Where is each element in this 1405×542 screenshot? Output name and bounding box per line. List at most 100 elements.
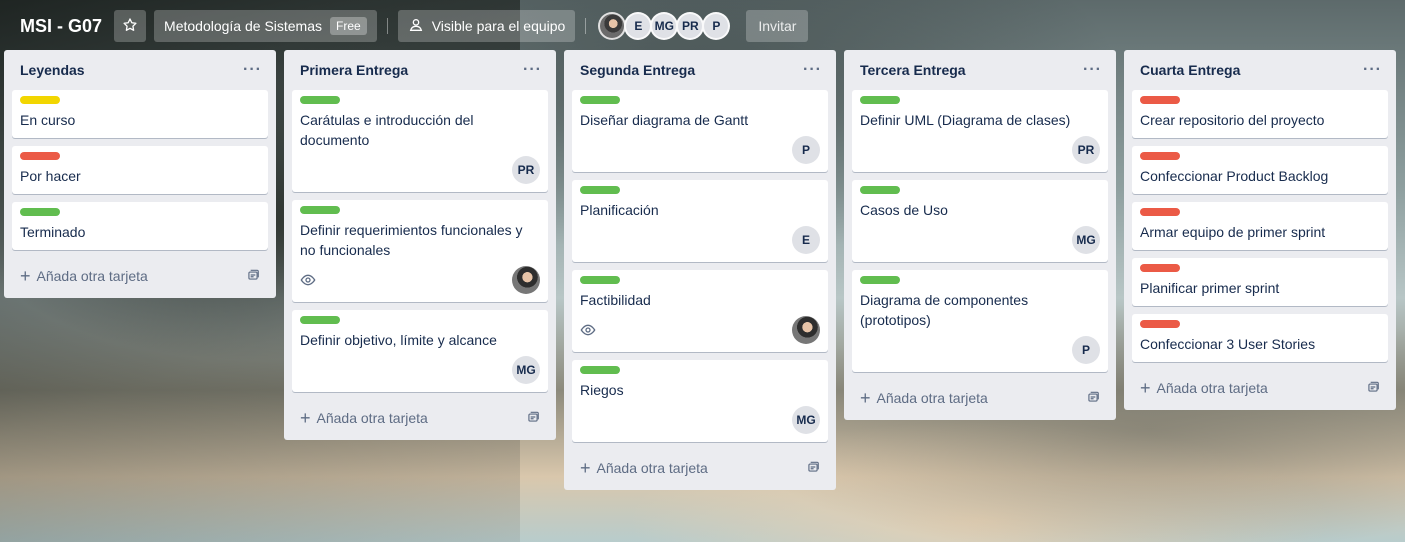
member-avatars: E MG PR P bbox=[598, 12, 731, 40]
card-label[interactable] bbox=[20, 208, 60, 216]
visibility-button[interactable]: Visible para el equipo bbox=[397, 10, 576, 42]
list-title[interactable]: Leyendas bbox=[20, 62, 85, 78]
more-icon[interactable]: ··· bbox=[803, 61, 822, 79]
card[interactable]: En curso bbox=[12, 90, 268, 138]
member-avatar[interactable]: P bbox=[1072, 336, 1100, 364]
card[interactable]: Confeccionar Product Backlog bbox=[1132, 146, 1388, 194]
member-avatar[interactable]: MG bbox=[512, 356, 540, 384]
card[interactable]: Terminado bbox=[12, 202, 268, 250]
card-label[interactable] bbox=[580, 96, 620, 104]
card-label[interactable] bbox=[300, 316, 340, 324]
member-avatar[interactable]: MG bbox=[1072, 226, 1100, 254]
list-header: Tercera Entrega ··· bbox=[852, 50, 1108, 90]
card[interactable]: Factibilidad bbox=[572, 270, 828, 352]
member-avatar[interactable]: P bbox=[792, 136, 820, 164]
card-label[interactable] bbox=[1140, 96, 1180, 104]
member-avatar[interactable]: P bbox=[702, 12, 731, 40]
member-avatar[interactable] bbox=[512, 266, 540, 294]
member-avatar[interactable]: E bbox=[792, 226, 820, 254]
add-card-label: Añada otra tarjeta bbox=[596, 460, 708, 476]
template-icon[interactable] bbox=[1366, 380, 1380, 397]
card-badges: P bbox=[580, 136, 820, 164]
card[interactable]: Riegos MG bbox=[572, 360, 828, 442]
more-icon[interactable]: ··· bbox=[1363, 61, 1382, 79]
card[interactable]: Carátulas e introducción del documento PR bbox=[292, 90, 548, 192]
add-card-button[interactable]: + Añada otra tarjeta bbox=[12, 258, 268, 294]
card-label[interactable] bbox=[860, 96, 900, 104]
card-badges: PR bbox=[300, 156, 540, 184]
template-icon[interactable] bbox=[246, 268, 260, 285]
card[interactable]: Planificación E bbox=[572, 180, 828, 262]
workspace-name: Metodología de Sistemas bbox=[164, 18, 323, 34]
more-icon[interactable]: ··· bbox=[1083, 61, 1102, 79]
member-avatar[interactable]: PR bbox=[676, 12, 705, 40]
plus-icon: + bbox=[580, 458, 591, 478]
workspace-button[interactable]: Metodología de Sistemas Free bbox=[154, 10, 377, 42]
member-avatar[interactable]: PR bbox=[1072, 136, 1100, 164]
card-label[interactable] bbox=[300, 206, 340, 214]
card-label[interactable] bbox=[20, 152, 60, 160]
card[interactable]: Armar equipo de primer sprint bbox=[1132, 202, 1388, 250]
card-title: Planificación bbox=[580, 202, 659, 218]
member-avatar[interactable]: MG bbox=[792, 406, 820, 434]
plus-icon: + bbox=[20, 266, 31, 286]
card-badges: E bbox=[580, 226, 820, 254]
card-title: Definir requerimientos funcionales y no … bbox=[300, 222, 523, 258]
plus-icon: + bbox=[300, 408, 311, 428]
card-label[interactable] bbox=[20, 96, 60, 104]
board-title[interactable]: MSI - G07 bbox=[16, 10, 106, 42]
add-card-label: Añada otra tarjeta bbox=[876, 390, 988, 406]
card-title: Diseñar diagrama de Gantt bbox=[580, 112, 749, 128]
card[interactable]: Planificar primer sprint bbox=[1132, 258, 1388, 306]
card[interactable]: Definir requerimientos funcionales y no … bbox=[292, 200, 548, 302]
list-title[interactable]: Primera Entrega bbox=[300, 62, 408, 78]
card-label[interactable] bbox=[860, 276, 900, 284]
card[interactable]: Diseñar diagrama de Gantt P bbox=[572, 90, 828, 172]
card[interactable]: Por hacer bbox=[12, 146, 268, 194]
member-avatar[interactable] bbox=[792, 316, 820, 344]
card[interactable]: Crear repositorio del proyecto bbox=[1132, 90, 1388, 138]
card-label[interactable] bbox=[1140, 208, 1180, 216]
more-icon[interactable]: ··· bbox=[523, 61, 542, 79]
card-badges: MG bbox=[580, 406, 820, 434]
add-card-button[interactable]: + Añada otra tarjeta bbox=[852, 380, 1108, 416]
card-label[interactable] bbox=[860, 186, 900, 194]
member-avatar[interactable]: MG bbox=[650, 12, 679, 40]
list-column: Primera Entrega ··· Carátulas e introducci… bbox=[284, 50, 556, 440]
list-title[interactable]: Cuarta Entrega bbox=[1140, 62, 1240, 78]
card-title: Confeccionar Product Backlog bbox=[1140, 168, 1329, 184]
star-button[interactable] bbox=[114, 10, 147, 42]
card[interactable]: Diagrama de componentes (prototipos) P bbox=[852, 270, 1108, 372]
more-icon[interactable]: ··· bbox=[243, 61, 262, 79]
plus-icon: + bbox=[860, 388, 871, 408]
card-title: Definir UML (Diagrama de clases) bbox=[860, 112, 1071, 128]
list-title[interactable]: Segunda Entrega bbox=[580, 62, 695, 78]
template-icon[interactable] bbox=[806, 460, 820, 477]
card[interactable]: Definir UML (Diagrama de clases) PR bbox=[852, 90, 1108, 172]
card-label[interactable] bbox=[580, 276, 620, 284]
card-label[interactable] bbox=[300, 96, 340, 104]
add-card-button[interactable]: + Añada otra tarjeta bbox=[292, 400, 548, 436]
add-card-label: Añada otra tarjeta bbox=[1156, 380, 1268, 396]
card-title: Confeccionar 3 User Stories bbox=[1140, 336, 1316, 352]
card[interactable]: Definir objetivo, límite y alcance MG bbox=[292, 310, 548, 392]
board-lists: Leyendas ··· En curso Por hacer Terminado + Añ… bbox=[4, 50, 1396, 490]
add-card-button[interactable]: + Añada otra tarjeta bbox=[572, 450, 828, 486]
add-card-left: + Añada otra tarjeta bbox=[860, 389, 988, 407]
card-label[interactable] bbox=[1140, 152, 1180, 160]
card-label[interactable] bbox=[1140, 264, 1180, 272]
invite-button[interactable]: Invitar bbox=[746, 10, 809, 42]
card-label[interactable] bbox=[1140, 320, 1180, 328]
card[interactable]: Casos de Uso MG bbox=[852, 180, 1108, 262]
list-title[interactable]: Tercera Entrega bbox=[860, 62, 966, 78]
member-avatar[interactable]: PR bbox=[512, 156, 540, 184]
card[interactable]: Confeccionar 3 User Stories bbox=[1132, 314, 1388, 362]
card-label[interactable] bbox=[580, 186, 620, 194]
member-avatar[interactable]: E bbox=[624, 12, 653, 40]
add-card-button[interactable]: + Añada otra tarjeta bbox=[1132, 370, 1388, 406]
template-icon[interactable] bbox=[1086, 390, 1100, 407]
member-avatar[interactable] bbox=[598, 12, 627, 40]
template-icon[interactable] bbox=[526, 410, 540, 427]
card-label[interactable] bbox=[580, 366, 620, 374]
add-card-left: + Añada otra tarjeta bbox=[300, 409, 428, 427]
